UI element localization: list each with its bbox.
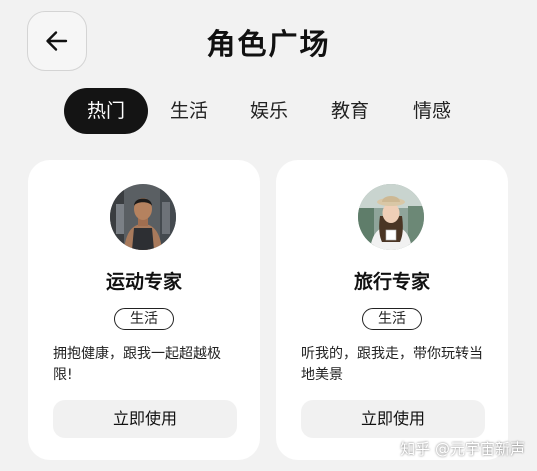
avatar <box>358 184 424 250</box>
category-tabs: 热门 生活 娱乐 教育 情感 <box>0 88 537 134</box>
role-card-travel-expert[interactable]: 旅行专家 生活 听我的，跟我走，带你玩转当地美景 立即使用 <box>276 160 508 460</box>
tab-emotion[interactable]: 情感 <box>403 88 461 134</box>
role-name: 运动专家 <box>105 271 182 293</box>
watermark: 知乎 @元宇宙新声 <box>400 440 525 458</box>
category-tag: 生活 <box>114 308 174 330</box>
category-tag: 生活 <box>362 308 422 330</box>
role-description: 拥抱健康，跟我一起超越极限! <box>53 346 221 383</box>
page-title: 角色广场 <box>206 27 331 61</box>
tab-education[interactable]: 教育 <box>321 88 379 134</box>
role-description: 听我的，跟我走，带你玩转当地美景 <box>301 346 483 383</box>
tab-hot[interactable]: 热门 <box>64 88 148 134</box>
role-name: 旅行专家 <box>353 271 430 293</box>
avatar <box>110 184 176 250</box>
tab-entertainment[interactable]: 娱乐 <box>240 88 298 134</box>
use-now-button[interactable]: 立即使用 <box>53 400 237 438</box>
tab-life[interactable]: 生活 <box>160 88 218 134</box>
use-now-button[interactable]: 立即使用 <box>301 400 485 438</box>
role-card-sports-expert[interactable]: 运动专家 生活 拥抱健康，跟我一起超越极限! 立即使用 <box>28 160 260 460</box>
